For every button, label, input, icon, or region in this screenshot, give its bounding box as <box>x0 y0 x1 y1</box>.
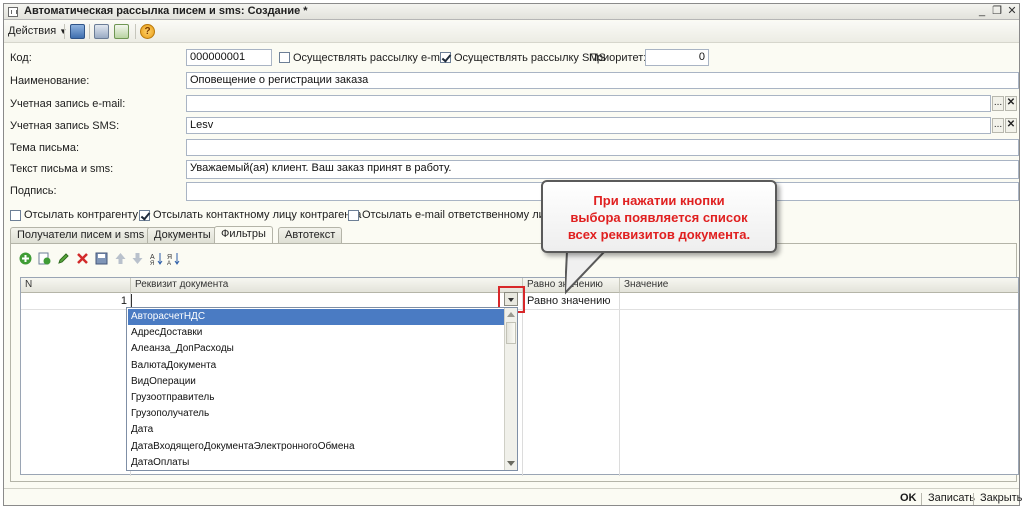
dropdown-option[interactable]: АдресДоставки <box>128 325 504 341</box>
column-divider <box>522 293 523 476</box>
save-icon[interactable] <box>94 24 109 39</box>
help-icon[interactable]: ? <box>140 24 155 39</box>
annotation-callout: При нажатии кнопки выбора появляется спи… <box>541 180 777 253</box>
callout-line: всех реквизитов документа. <box>567 227 751 242</box>
dropdown-option[interactable]: ДатаОплаты <box>128 455 504 471</box>
priority-label: Приоритет: <box>589 52 647 64</box>
value-cell[interactable] <box>620 294 1018 310</box>
form-icon <box>8 7 18 17</box>
footer-divider <box>973 493 974 505</box>
signature-label: Подпись: <box>10 185 57 197</box>
title-bar: Автоматическая рассылка писем и sms: Соз… <box>4 4 1019 20</box>
restore-button[interactable]: ❐ <box>990 5 1004 18</box>
email-account-field[interactable] <box>186 95 991 112</box>
send-counterparty-label: Отсылать контрагенту <box>24 209 139 221</box>
dropdown-option[interactable]: АвторасчетНДС <box>128 309 504 325</box>
scroll-thumb[interactable] <box>506 322 516 344</box>
subject-label: Тема письма: <box>10 142 80 154</box>
email-account-clear-button[interactable]: ✕ <box>1005 96 1017 111</box>
ok-button[interactable]: OK <box>900 492 917 504</box>
sort-descending-icon[interactable]: ЯА <box>167 252 180 265</box>
toolbar-divider <box>64 24 65 39</box>
dropdown-option[interactable]: ВидОперации <box>128 374 504 390</box>
window-title: Автоматическая рассылка писем и sms: Соз… <box>24 5 308 17</box>
copy-row-icon[interactable] <box>38 252 51 265</box>
sms-mailing-checkbox[interactable] <box>440 52 451 63</box>
actions-menu-label: Действия <box>8 25 57 37</box>
email-account-label: Учетная запись e-mail: <box>10 98 126 110</box>
sms-account-field[interactable]: Lesv <box>186 117 991 134</box>
move-up-icon[interactable] <box>114 252 127 265</box>
callout-line: При нажатии кнопки <box>593 193 725 208</box>
move-down-icon[interactable] <box>131 252 144 265</box>
toolbar-divider <box>135 24 136 39</box>
body-field[interactable]: Уважаемый(ая) клиент. Ваш заказ принят в… <box>186 160 1019 179</box>
tab-strip: Получатели писем и sms Документы Фильтры… <box>4 226 1019 243</box>
sms-account-clear-button[interactable]: ✕ <box>1005 118 1017 133</box>
dropdown-option[interactable]: ВалютаДокумента <box>128 358 504 374</box>
minimize-button[interactable]: _ <box>975 5 989 18</box>
dropdown-option[interactable]: Грузополучатель <box>128 406 504 422</box>
edit-row-icon[interactable] <box>57 252 70 265</box>
add-row-icon[interactable] <box>19 252 32 265</box>
subject-field[interactable] <box>186 139 1019 156</box>
close-window-button[interactable]: ✕ <box>1005 5 1019 18</box>
email-account-select-button[interactable]: ... <box>992 96 1004 111</box>
save-button[interactable]: Записать <box>928 492 975 504</box>
save-and-close-icon[interactable] <box>70 24 85 39</box>
dropdown-option[interactable]: Алеанза_ДопРасходы <box>128 341 504 357</box>
dropdown-scrollbar[interactable] <box>504 308 517 470</box>
tab-autotext[interactable]: Автотекст <box>278 227 343 243</box>
tab-recipients[interactable]: Получатели писем и sms <box>10 227 152 243</box>
sms-mailing-label: Осуществлять рассылку SMS <box>454 52 606 64</box>
callout-line: выбора появляется список <box>570 210 748 225</box>
column-header-attribute[interactable]: Реквизит документа <box>131 278 523 293</box>
tab-documents[interactable]: Документы <box>147 227 218 243</box>
form-footer: OK Записать Закрыть <box>4 488 1022 507</box>
send-contact-label: Отсылать контактному лицу контрагента <box>153 209 362 221</box>
code-label: Код: <box>10 52 32 64</box>
scroll-up-icon[interactable] <box>507 312 515 317</box>
body-label: Текст письма и sms: <box>10 163 114 175</box>
code-field[interactable]: 000000001 <box>186 49 272 66</box>
refresh-icon[interactable] <box>114 24 129 39</box>
priority-field[interactable]: 0 <box>645 49 709 66</box>
row-number: 1 <box>21 294 131 310</box>
name-field[interactable]: Оповещение о регистрации заказа <box>186 72 1019 89</box>
dropdown-option[interactable]: Грузоотправитель <box>128 390 504 406</box>
end-edit-icon[interactable] <box>95 252 108 265</box>
dropdown-option[interactable]: Дата <box>128 422 504 438</box>
svg-text:Я: Я <box>150 261 154 265</box>
send-responsible-checkbox[interactable] <box>348 210 359 221</box>
svg-text:А: А <box>167 261 171 265</box>
send-counterparty-checkbox[interactable] <box>10 210 21 221</box>
sort-ascending-icon[interactable]: AЯ <box>150 252 163 265</box>
actions-menu[interactable]: Действия ▼ <box>8 25 67 37</box>
email-mailing-label: Осуществлять рассылку e-mail <box>293 52 451 64</box>
sms-account-label: Учетная запись SMS: <box>10 120 120 132</box>
name-label: Наименование: <box>10 75 90 87</box>
send-contact-checkbox[interactable] <box>139 210 150 221</box>
svg-text:A: A <box>150 254 155 261</box>
tab-filters[interactable]: Фильтры <box>214 226 273 243</box>
column-divider <box>619 293 620 476</box>
scroll-down-icon[interactable] <box>507 461 515 466</box>
delete-row-icon[interactable] <box>76 252 89 265</box>
email-mailing-checkbox[interactable] <box>279 52 290 63</box>
close-button[interactable]: Закрыть <box>980 492 1022 504</box>
column-header-n[interactable]: N <box>21 278 131 293</box>
attribute-dropdown-list[interactable]: АвторасчетНДС АдресДоставки Алеанза_ДопРас… <box>126 307 518 471</box>
sms-account-select-button[interactable]: ... <box>992 118 1004 133</box>
column-header-value[interactable]: Значение <box>620 278 1018 293</box>
dropdown-option[interactable]: ДатаВходящегоДокументаЭлектронногоОбмена <box>128 439 504 455</box>
svg-text:Я: Я <box>167 254 172 261</box>
toolbar-divider <box>89 24 90 39</box>
condition-cell[interactable]: Равно значению <box>523 294 620 310</box>
footer-divider <box>921 493 922 505</box>
callout-pointer <box>565 251 607 295</box>
form-toolbar: Действия ▼ ? <box>4 21 1019 43</box>
